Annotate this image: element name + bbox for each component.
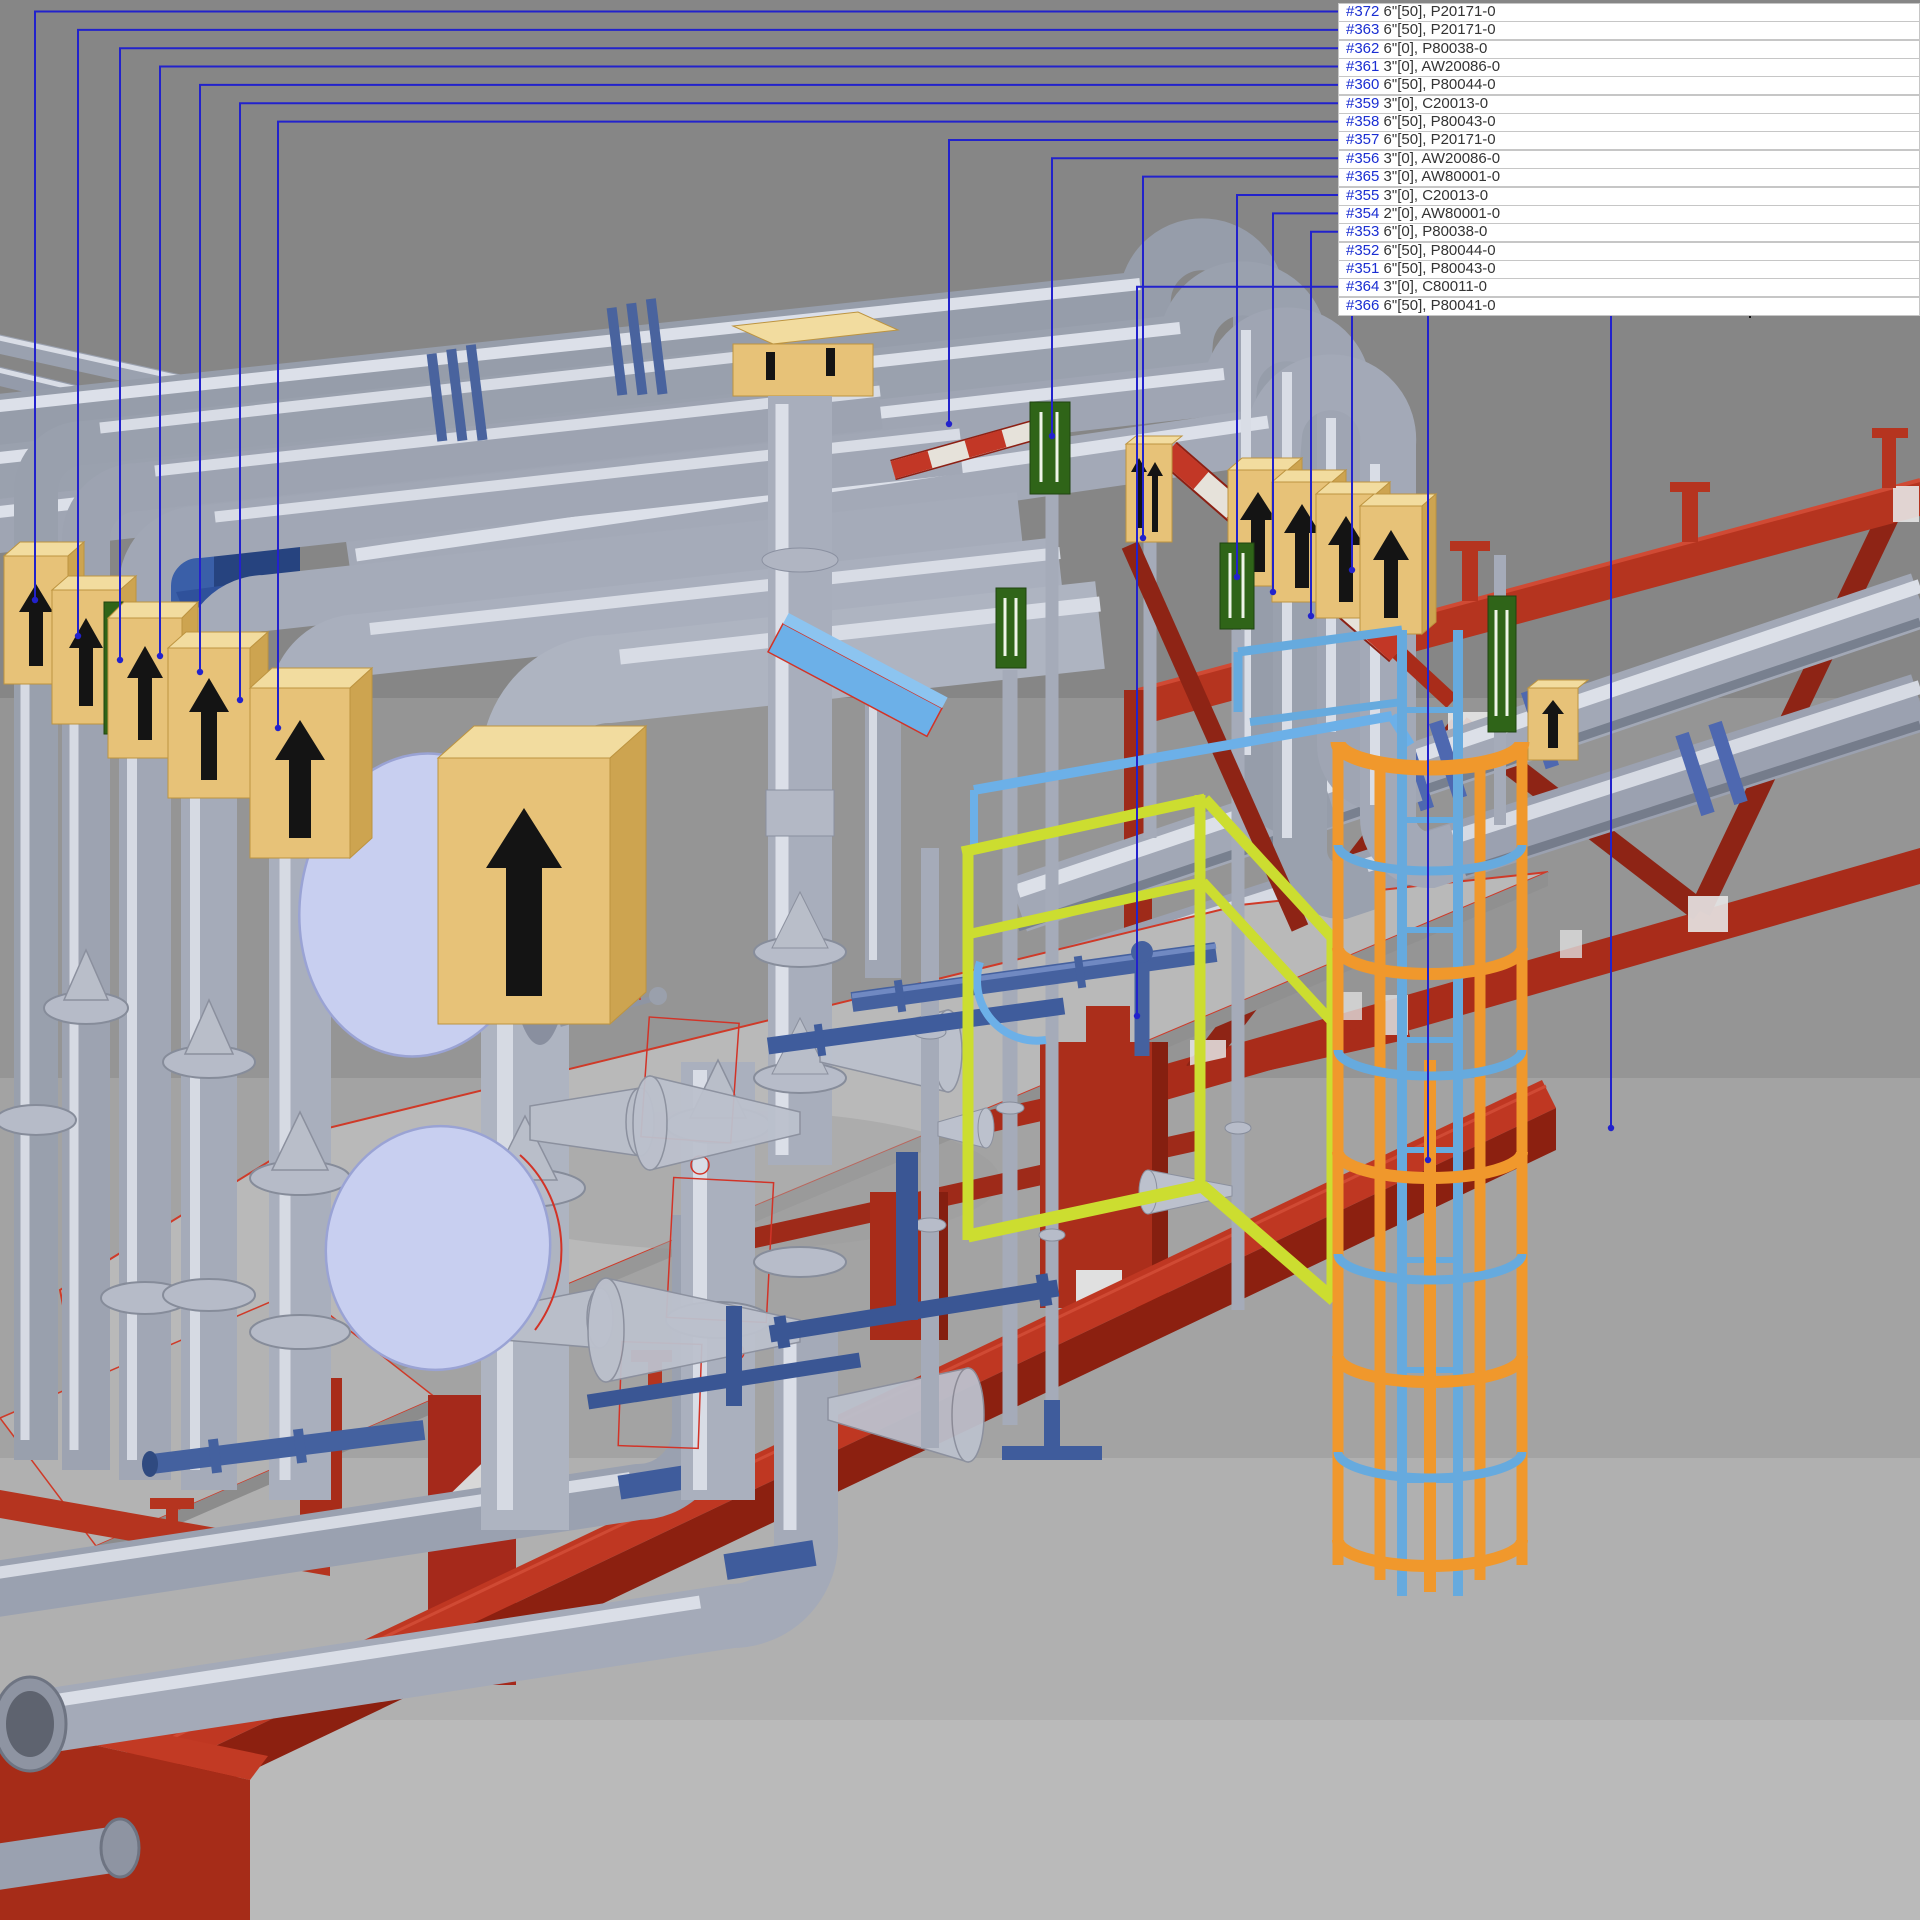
annotation-id: #354 — [1346, 205, 1379, 222]
annotation-spec: 6"[50], P80043-0 — [1384, 260, 1496, 277]
annotation-row[interactable]: #366 6"[50], P80041-0 — [1338, 297, 1920, 316]
annotation-id: #372 — [1346, 3, 1379, 20]
annotation-spec: 6"[0], P80038-0 — [1384, 223, 1488, 240]
annotation-row[interactable]: #354 2"[0], AW80001-0 — [1338, 205, 1920, 224]
annotation-spec: 3"[0], AW80001-0 — [1384, 168, 1501, 185]
annotation-row[interactable]: #358 6"[50], P80043-0 — [1338, 113, 1920, 132]
annotation-spec: 3"[0], AW20086-0 — [1384, 150, 1501, 167]
annotation-id: #358 — [1346, 113, 1379, 130]
annotation-spec: 2"[0], AW80001-0 — [1384, 205, 1501, 222]
annotation-spec: 6"[50], P20171-0 — [1384, 21, 1496, 38]
annotation-id: #365 — [1346, 168, 1379, 185]
annotation-id: #359 — [1346, 95, 1379, 112]
annotation-spec: 6"[50], P80044-0 — [1384, 76, 1496, 93]
annotation-row[interactable]: #357 6"[50], P20171-0 — [1338, 131, 1920, 150]
annotation-id: #366 — [1346, 297, 1379, 314]
annotation-spec: 3"[0], AW20086-0 — [1384, 58, 1501, 75]
annotation-spec: 3"[0], C80011-0 — [1384, 278, 1487, 295]
annotation-row[interactable]: #365 3"[0], AW80001-0 — [1338, 168, 1920, 187]
annotation-row[interactable]: #353 6"[0], P80038-0 — [1338, 223, 1920, 242]
annotation-id: #361 — [1346, 58, 1379, 75]
annotation-id: #351 — [1346, 260, 1379, 277]
annotation-spec: 3"[0], C20013-0 — [1384, 187, 1489, 204]
annotation-row[interactable]: #359 3"[0], C20013-0 — [1338, 95, 1920, 114]
annotation-spec: 6"[50], P80044-0 — [1384, 242, 1496, 259]
annotation-row[interactable]: #362 6"[0], P80038-0 — [1338, 40, 1920, 59]
annotation-row[interactable]: #360 6"[50], P80044-0 — [1338, 76, 1920, 95]
annotation-spec: 3"[0], C20013-0 — [1384, 95, 1489, 112]
annotation-id: #360 — [1346, 76, 1379, 93]
annotation-row[interactable]: #352 6"[50], P80044-0 — [1338, 242, 1920, 261]
annotation-spec: 6"[50], P80041-0 — [1384, 297, 1496, 314]
annotation-id: #352 — [1346, 242, 1379, 259]
annotation-row[interactable]: #363 6"[50], P20171-0 — [1338, 21, 1920, 40]
annotation-row[interactable]: #356 3"[0], AW20086-0 — [1338, 150, 1920, 169]
annotation-id: #355 — [1346, 187, 1379, 204]
annotation-row[interactable]: #364 3"[0], C80011-0 — [1338, 278, 1920, 297]
annotation-id: #363 — [1346, 21, 1379, 38]
annotation-spec: 6"[50], P20171-0 — [1384, 131, 1496, 148]
annotation-spec: 6"[50], P20171-0 — [1384, 3, 1496, 20]
annotation-id: #364 — [1346, 278, 1379, 295]
annotation-spec: 6"[50], P80043-0 — [1384, 113, 1496, 130]
annotation-id: #353 — [1346, 223, 1379, 240]
annotation-row[interactable]: #372 6"[50], P20171-0 — [1338, 3, 1920, 22]
annotation-row[interactable]: #355 3"[0], C20013-0 — [1338, 187, 1920, 206]
annotation-id: #362 — [1346, 40, 1379, 57]
annotation-list: #372 6"[50], P20171-0#363 6"[50], P20171… — [0, 0, 1920, 330]
annotation-id: #356 — [1346, 150, 1379, 167]
cad-viewport[interactable]: #372 6"[50], P20171-0#363 6"[50], P20171… — [0, 0, 1920, 1920]
annotation-id: #357 — [1346, 131, 1379, 148]
annotation-spec: 6"[0], P80038-0 — [1384, 40, 1488, 57]
annotation-row[interactable]: #351 6"[50], P80043-0 — [1338, 260, 1920, 279]
annotation-row[interactable]: #361 3"[0], AW20086-0 — [1338, 58, 1920, 77]
